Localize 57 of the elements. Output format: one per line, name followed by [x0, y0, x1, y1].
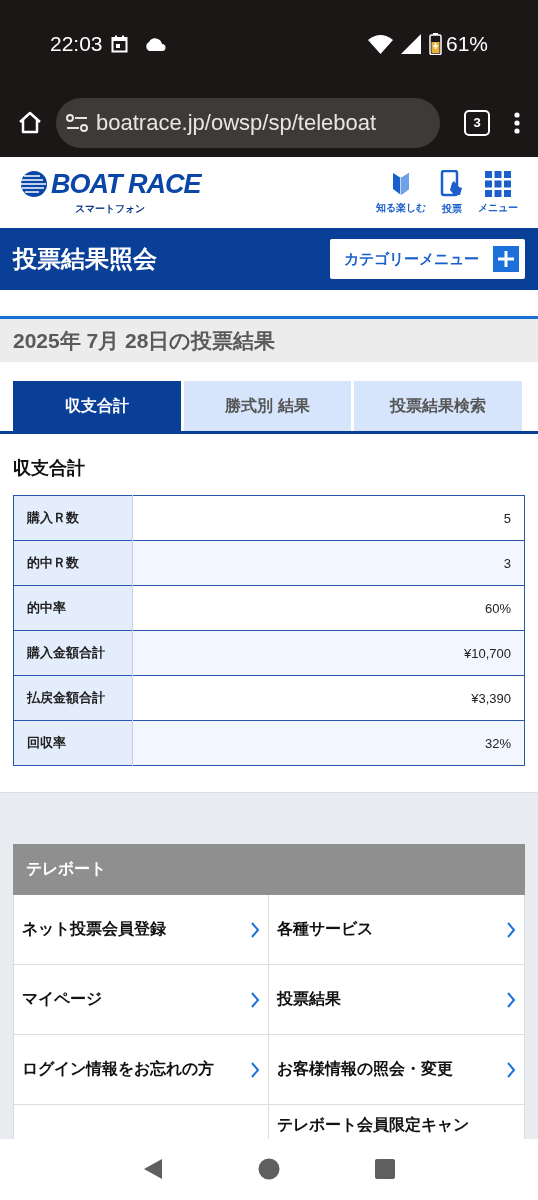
logo-subtitle: スマートフォン [75, 202, 146, 216]
section-title: 収支合計 [13, 457, 86, 480]
site-settings-icon[interactable] [66, 113, 88, 132]
row-value: 60% [132, 585, 525, 631]
row-label: 購入Ｒ数 [13, 495, 133, 541]
back-icon[interactable] [143, 1158, 163, 1180]
chevron-right-icon [506, 1060, 516, 1079]
date-heading: 2025年 7月 28日の投票結果 [13, 327, 276, 354]
menu-link[interactable]: お客様情報の照会・変更 [277, 1059, 506, 1080]
home-icon[interactable] [258, 1158, 280, 1180]
menu-link[interactable]: ログイン情報をお忘れの方 [22, 1059, 250, 1080]
teleboat-header: テレボート [13, 844, 525, 895]
row-label: 的中率 [13, 585, 133, 631]
logo-globe-icon [20, 170, 48, 198]
tab-count-button[interactable]: 3 [464, 109, 490, 136]
menu-link[interactable]: マイページ [22, 989, 250, 1010]
chevron-right-icon [250, 990, 260, 1009]
row-value: ¥10,700 [132, 630, 525, 676]
phone-tap-icon[interactable] [440, 169, 464, 198]
home-icon[interactable] [18, 110, 42, 135]
plus-icon [493, 246, 519, 272]
row-label: 回収率 [13, 720, 133, 766]
row-label: 払戻金額合計 [13, 675, 133, 721]
clock-time: 22:03 [50, 32, 103, 56]
result-tab[interactable]: 勝式別 結果 [183, 381, 352, 431]
chevron-right-icon [506, 920, 516, 939]
row-value: 32% [132, 720, 525, 766]
row-value: 3 [132, 540, 525, 586]
category-menu-button[interactable]: カテゴリーメニュー [330, 239, 525, 279]
address-bar[interactable]: boatrace.jp/owsp/sp/teleboat [56, 97, 440, 148]
beginner-mark-icon[interactable] [391, 170, 411, 197]
row-label: 購入金額合計 [13, 630, 133, 676]
page-title: 投票結果照会 [13, 244, 158, 274]
result-tab[interactable]: 投票結果検索 [354, 381, 522, 431]
result-tab[interactable]: 収支合計 [13, 381, 181, 431]
nav-label[interactable]: 投票 [442, 201, 462, 216]
nav-label[interactable]: メニュー [478, 200, 518, 215]
menu-link[interactable]: テレボート会員限定キャン [277, 1115, 516, 1136]
menu-link[interactable]: 各種サービス [277, 919, 506, 940]
calendar-icon [110, 35, 128, 53]
menu-link[interactable]: 投票結果 [277, 989, 506, 1010]
chevron-right-icon [506, 990, 516, 1009]
chevron-right-icon [250, 1060, 260, 1079]
battery-icon [428, 33, 442, 55]
logo-text[interactable]: BOAT RACE [51, 169, 201, 199]
cloud-icon [143, 37, 166, 51]
grid-menu-icon[interactable] [485, 170, 511, 197]
wifi-icon [367, 34, 393, 54]
row-value: ¥3,390 [132, 675, 525, 721]
menu-link[interactable]: ネット投票会員登録 [22, 919, 250, 940]
battery-percent: 61% [445, 32, 488, 56]
nav-label[interactable]: 知る楽しむ [376, 200, 426, 215]
row-label: 的中Ｒ数 [13, 540, 133, 586]
signal-icon [400, 34, 421, 54]
chevron-right-icon [250, 920, 260, 939]
row-value: 5 [132, 495, 525, 541]
more-menu-icon[interactable] [514, 111, 520, 134]
